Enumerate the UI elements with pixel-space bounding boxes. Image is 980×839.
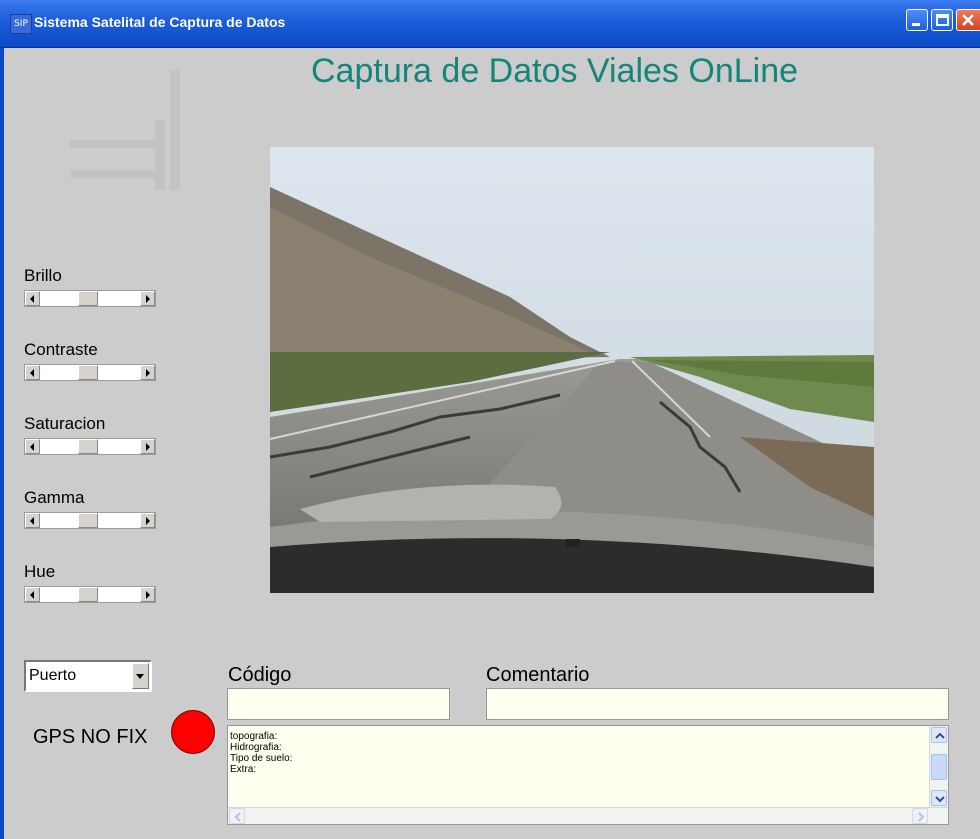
notes-line: Hidrografia: [230,742,282,753]
scroll-thumb[interactable] [78,587,98,602]
arrow-right-icon [146,369,150,377]
maximize-icon [936,14,949,26]
scroll-thumb[interactable] [931,754,947,780]
road-photo [270,147,874,593]
chevron-down-icon [935,796,945,803]
notes-line: Extra: [230,764,257,775]
scroll-right-button[interactable] [140,513,155,528]
gps-status-led [171,710,215,754]
scroll-right-button[interactable] [140,439,155,454]
comentario-label: Comentario [486,664,590,686]
maximize-button[interactable] [931,9,953,31]
hue-scrollbar[interactable] [24,586,156,603]
codigo-field[interactable] [227,688,450,720]
scroll-right-button[interactable] [140,587,155,602]
scroll-up-button[interactable] [931,727,947,743]
minimize-icon [912,23,920,26]
scroll-right-button[interactable] [912,808,928,824]
scroll-left-button[interactable] [25,513,40,528]
window-border [0,48,4,839]
arrow-left-icon [30,443,34,451]
chevron-down-icon [136,674,144,679]
slider-label: Gamma [24,488,85,507]
slider-label: Brillo [24,266,62,285]
scroll-down-button[interactable] [931,790,947,806]
scroll-thumb[interactable] [78,513,98,528]
notes-horizontal-scrollbar[interactable] [228,807,948,824]
scroll-thumb[interactable] [78,439,98,454]
scroll-thumb[interactable] [78,365,98,380]
slider-label: Contraste [24,340,98,359]
notes-line: topografia: [230,731,278,742]
scroll-right-button[interactable] [140,291,155,306]
slider-label: Hue [24,562,56,581]
window-title: Sistema Satelital de Captura de Datos [34,14,286,30]
saturacion-scrollbar[interactable] [24,438,156,455]
scroll-left-button[interactable] [229,808,245,824]
app-icon[interactable]: SIP [10,14,32,34]
page-title: Captura de Datos Viales OnLine [311,52,799,90]
port-select[interactable]: Puerto [24,660,152,692]
chevron-left-icon [234,812,241,822]
arrow-right-icon [146,517,150,525]
scroll-thumb[interactable] [78,291,98,306]
close-icon [962,14,974,26]
chevron-right-icon [918,812,925,822]
arrow-right-icon [146,443,150,451]
scroll-left-button[interactable] [25,291,40,306]
arrow-right-icon [146,591,150,599]
minimize-button[interactable] [906,9,928,31]
arrow-left-icon [30,369,34,377]
notes-textarea[interactable]: topografia: Hidrografia: Tipo de suelo: … [227,725,949,825]
gamma-scrollbar[interactable] [24,512,156,529]
port-select-value: Puerto [29,667,77,684]
arrow-left-icon [30,591,34,599]
scroll-left-button[interactable] [25,365,40,380]
scroll-left-button[interactable] [25,587,40,602]
arrow-left-icon [30,517,34,525]
contraste-scrollbar[interactable] [24,364,156,381]
slider-label: Saturacion [24,414,106,433]
notes-line: Tipo de suelo: [230,753,293,764]
chevron-up-icon [935,732,945,739]
scroll-left-button[interactable] [25,439,40,454]
title-bar[interactable]: SIP Sistema Satelital de Captura de Dato… [0,0,980,48]
notes-vertical-scrollbar[interactable] [929,726,948,808]
scroll-right-button[interactable] [140,365,155,380]
arrow-right-icon [146,295,150,303]
close-button[interactable] [956,9,980,31]
gps-status-text: GPS NO FIX [33,726,148,748]
comentario-field[interactable] [486,688,949,720]
arrow-left-icon [30,295,34,303]
notes-text: topografia: Hidrografia: Tipo de suelo: … [230,731,292,775]
brillo-scrollbar[interactable] [24,290,156,307]
logo-watermark [70,70,180,190]
port-dropdown-button[interactable] [132,663,149,689]
codigo-label: Código [228,664,292,686]
